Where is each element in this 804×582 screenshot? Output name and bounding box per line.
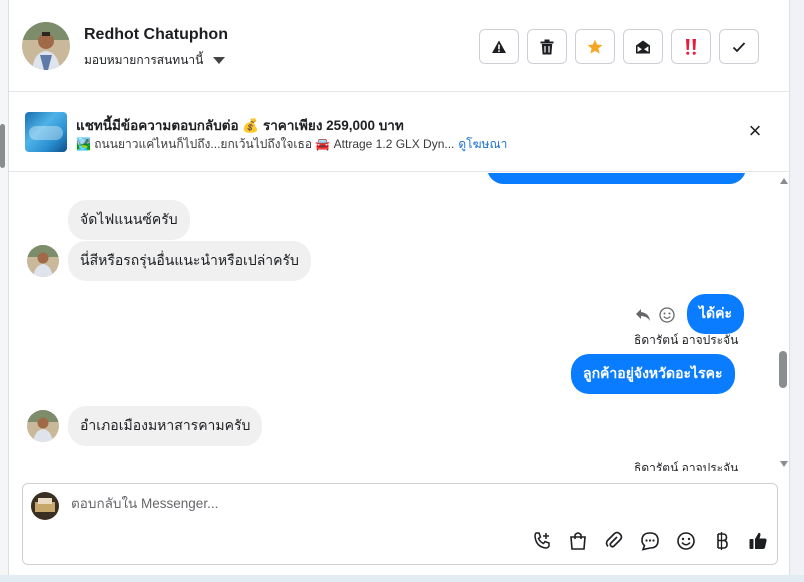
avatar[interactable]	[22, 22, 70, 70]
outgoing-message: ได้ค่ะ	[687, 294, 745, 334]
left-strip	[0, 0, 8, 582]
incoming-message: อำเภอเมืองมหาสารคามครับ	[68, 406, 263, 446]
reply-composer	[22, 483, 778, 565]
star-icon	[587, 39, 603, 54]
scroll-down-icon[interactable]	[780, 461, 788, 467]
ad-thumbnail[interactable]	[25, 112, 67, 152]
baht-icon[interactable]	[709, 528, 735, 554]
header-actions	[479, 29, 759, 64]
message-scrollbar[interactable]	[777, 173, 789, 471]
thumbs-up-icon[interactable]	[745, 528, 771, 554]
message-hover-actions	[635, 307, 675, 323]
call-add-icon[interactable]	[529, 528, 555, 554]
outgoing-message: ลูกค้าอยู่จังหวัดอะไรคะ	[571, 354, 735, 394]
follow-up-button[interactable]	[671, 29, 711, 64]
view-ad-link[interactable]: ดูโฆษณา	[458, 137, 507, 151]
bottom-strip	[0, 575, 804, 582]
star-button[interactable]	[575, 29, 615, 64]
outgoing-message-partial	[487, 173, 746, 184]
conversation-header: Redhot Chatuphon มอบหมายการสนทนานี้	[9, 0, 789, 92]
shopping-bag-icon[interactable]	[565, 528, 591, 554]
sender-name: ธิดารัตน์ อาจประจัน	[634, 333, 739, 347]
composer-toolbar	[529, 528, 771, 554]
scroll-up-icon[interactable]	[780, 178, 788, 184]
assign-dropdown[interactable]: มอบหมายการสนทนานี้	[84, 51, 226, 70]
avatar	[27, 410, 59, 442]
contact-name[interactable]: Redhot Chatuphon	[84, 26, 228, 44]
mark-unread-button[interactable]	[623, 29, 663, 64]
check-icon	[732, 41, 746, 52]
resize-handle[interactable]	[0, 124, 5, 168]
avatar	[27, 245, 59, 277]
ad-subtitle: 🏞️ ถนนยาวแค่ไหนก็ไปถึง...ยกเว้นไปถึงใจเธ…	[76, 135, 507, 154]
close-icon[interactable]: ×	[745, 120, 765, 142]
scrollbar-thumb[interactable]	[779, 351, 787, 388]
reply-icon[interactable]	[635, 308, 651, 322]
chat-bubble-icon[interactable]	[637, 528, 663, 554]
mark-done-button[interactable]	[719, 29, 759, 64]
envelope-open-icon	[636, 40, 650, 53]
attachment-icon[interactable]	[601, 528, 627, 554]
sender-name: ธิดารัตน์ อาจประจัน	[634, 461, 739, 471]
incoming-message: นี่สีหรือรถรุ่นอื่นแนะนำหรือเปล่าครับ	[68, 241, 311, 281]
avatar	[31, 492, 59, 520]
ad-reply-banner: แชทนี้มีข้อความตอบกลับต่อ 💰 ราคาเพียง 25…	[9, 93, 789, 172]
page-scrollbar[interactable]	[792, 0, 804, 582]
conversation-panel: Redhot Chatuphon มอบหมายการสนทนานี้ แชทน…	[8, 0, 790, 575]
emoji-react-icon[interactable]	[659, 307, 675, 323]
delete-button[interactable]	[527, 29, 567, 64]
incoming-message: จัดไฟแนนซ์ครับ	[68, 200, 190, 240]
exclamation-icon	[686, 38, 696, 55]
reply-input[interactable]	[71, 496, 721, 511]
warning-icon	[492, 40, 506, 53]
ad-subtitle-text: 🏞️ ถนนยาวแค่ไหนก็ไปถึง...ยกเว้นไปถึงใจเธ…	[76, 137, 455, 151]
ad-title: แชทนี้มีข้อความตอบกลับต่อ 💰 ราคาเพียง 25…	[76, 118, 404, 133]
trash-icon	[540, 39, 554, 54]
emoji-icon[interactable]	[673, 528, 699, 554]
report-button[interactable]	[479, 29, 519, 64]
chevron-down-icon	[213, 57, 226, 64]
assign-label: มอบหมายการสนทนานี้	[84, 53, 204, 67]
